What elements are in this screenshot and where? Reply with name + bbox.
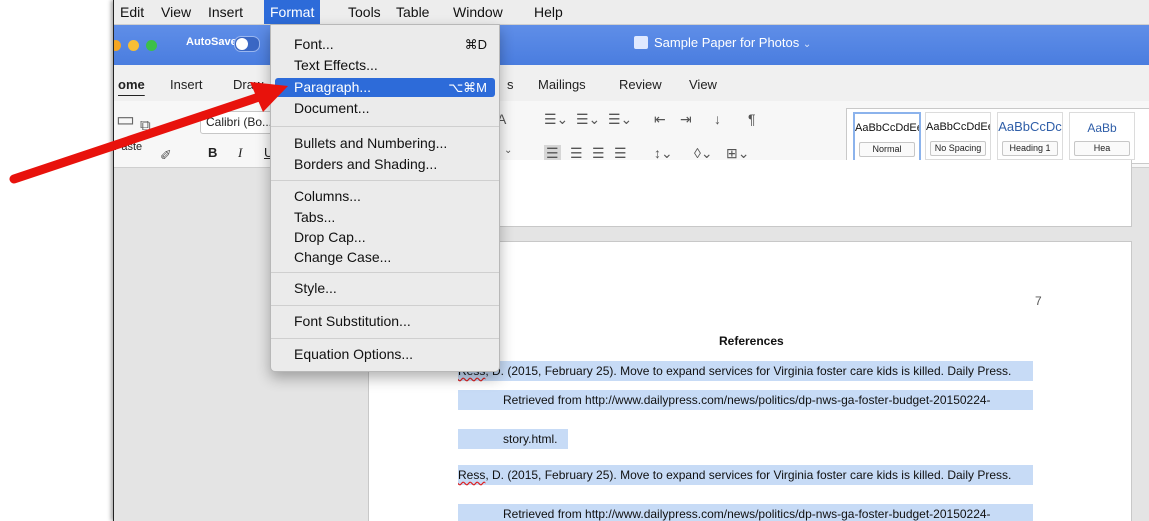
menu-window[interactable]: Window [447,0,509,24]
menu-separator [271,126,499,127]
clipboard-icon[interactable]: ▭ [116,107,135,132]
menu-item-tabs[interactable]: Tabs... [271,208,499,227]
increase-indent-icon[interactable]: ⇥ [680,111,692,128]
menu-item-columns[interactable]: Columns... [271,187,499,206]
menu-format[interactable]: Format [264,0,321,24]
tab-view[interactable]: View [689,77,717,92]
word-window: Edit View Insert Format Tools Table Wind… [113,0,1149,521]
menu-edit[interactable]: Edit [114,0,150,24]
tab-mailings[interactable]: Mailings [538,77,586,92]
toggle-knob [236,38,248,50]
zoom-button[interactable] [146,40,157,51]
menu-item-label: Document... [294,100,370,116]
reference-text: , D. (2015, February 25). Move to expand… [485,364,1012,378]
autosave-toggle[interactable] [234,36,260,52]
tab-home[interactable]: ome [118,77,145,92]
bullets-icon[interactable]: ☰⌄ [544,111,568,128]
bold-button[interactable]: B [208,145,217,160]
menu-item-label: Borders and Shading... [294,156,438,172]
menu-item-document[interactable]: Document... [271,99,499,118]
menu-item-label: Font... [294,36,334,52]
pilcrow-icon[interactable]: ¶ [748,111,756,127]
menu-tools[interactable]: Tools [342,0,387,24]
menu-item-label: Tabs... [294,209,336,225]
style-sample: AaBb [1087,121,1117,135]
menu-item-font[interactable]: Font... ⌘D [271,35,499,54]
menu-help[interactable]: Help [528,0,569,24]
menu-separator [271,180,499,181]
styles-gallery: AaBbCcDdEe Normal AaBbCcDdEe No Spacing … [846,108,1149,164]
menu-item-label: Change Case... [294,249,392,265]
document-title: Sample Paper for Photos ⌄ [634,35,811,50]
menu-item-label: Columns... [294,188,361,204]
reference-line[interactable]: Ress, D. (2015, February 25). Move to ex… [458,361,1033,381]
tab-draw[interactable]: Draw [233,77,263,92]
reference-line[interactable]: story.html. [458,429,568,449]
menu-item-bullets-numbering[interactable]: Bullets and Numbering... [271,134,499,153]
menu-item-label: Style... [294,280,337,296]
font-name-field[interactable]: Calibri (Bo... [200,111,277,134]
chevron-down-icon[interactable]: ⌄ [504,145,512,156]
sort-icon[interactable]: ↓ [714,111,721,127]
tab-references[interactable]: s [507,77,514,92]
reference-line[interactable]: Ress, D. (2015, February 25). Move to ex… [458,465,1033,485]
menu-shortcut: ⌥⌘M [448,80,487,95]
menu-item-label: Bullets and Numbering... [294,135,448,151]
chevron-down-icon[interactable]: ⌄ [803,39,811,50]
style-label: Normal [859,142,915,157]
menu-item-borders-shading[interactable]: Borders and Shading... [271,155,499,174]
menu-item-label: Text Effects... [294,57,378,73]
minimize-button-2[interactable] [128,40,139,51]
menu-item-equation-options[interactable]: Equation Options... [271,345,499,364]
page-number: 7 [1035,294,1042,308]
menu-item-drop-cap[interactable]: Drop Cap... [271,228,499,247]
tab-insert[interactable]: Insert [170,77,203,92]
menu-separator [271,305,499,306]
numbering-icon[interactable]: ☰⌄ [576,111,600,128]
autosave-label: AutoSave [186,36,237,48]
minimize-button[interactable] [114,40,121,51]
menu-item-label: Font Substitution... [294,313,411,329]
menu-separator [271,272,499,273]
menu-item-label: Drop Cap... [294,229,366,245]
menu-item-label: Equation Options... [294,346,414,362]
menu-table[interactable]: Table [390,0,435,24]
menu-item-text-effects[interactable]: Text Effects... [271,56,499,75]
style-label: Hea [1074,141,1130,156]
menu-item-paragraph[interactable]: Paragraph... ⌥⌘M [275,78,495,97]
style-no-spacing[interactable]: AaBbCcDdEe No Spacing [925,112,991,160]
style-sample: AaBbCcDc [998,119,1062,134]
word-doc-icon [634,36,648,49]
tab-review[interactable]: Review [619,77,662,92]
format-menu: Font... ⌘D Text Effects... Paragraph... ⌥⌘… [270,24,500,372]
menu-insert[interactable]: Insert [202,0,249,24]
style-label: Heading 1 [1002,141,1058,156]
decrease-indent-icon[interactable]: ⇤ [654,111,666,128]
menu-view[interactable]: View [155,0,197,24]
references-heading: References [719,334,784,348]
style-sample: AaBbCcDdEe [926,121,990,133]
reference-line[interactable]: Retrieved from http://www.dailypress.com… [458,504,1033,521]
style-label: No Spacing [930,141,986,156]
menu-item-font-substitution[interactable]: Font Substitution... [271,312,499,331]
menu-separator [271,338,499,339]
paste-label: Paste [114,141,143,153]
style-heading-1[interactable]: AaBbCcDc Heading 1 [997,112,1063,160]
multilevel-list-icon[interactable]: ☰⌄ [608,111,632,128]
italic-button[interactable]: I [238,145,242,161]
style-normal[interactable]: AaBbCcDdEe Normal [853,112,921,162]
menu-item-change-case[interactable]: Change Case... [271,248,499,267]
menu-shortcut: ⌘D [464,37,487,52]
reference-line[interactable]: Retrieved from http://www.dailypress.com… [458,390,1033,410]
style-heading-2[interactable]: AaBb Hea [1069,112,1135,160]
reference-text: , D. (2015, February 25). Move to expand… [485,468,1012,482]
format-painter-icon[interactable]: ✐ [160,147,172,164]
copy-icon[interactable]: ⧉ [140,117,151,134]
menu-bar: Edit View Insert Format Tools Table Wind… [114,0,1149,25]
menu-item-label: Paragraph... [294,79,372,95]
style-sample: AaBbCcDdEe [855,122,919,134]
menu-item-style[interactable]: Style... [271,279,499,298]
document-title-text: Sample Paper for Photos [654,35,800,50]
author-name: Ress [458,468,486,482]
